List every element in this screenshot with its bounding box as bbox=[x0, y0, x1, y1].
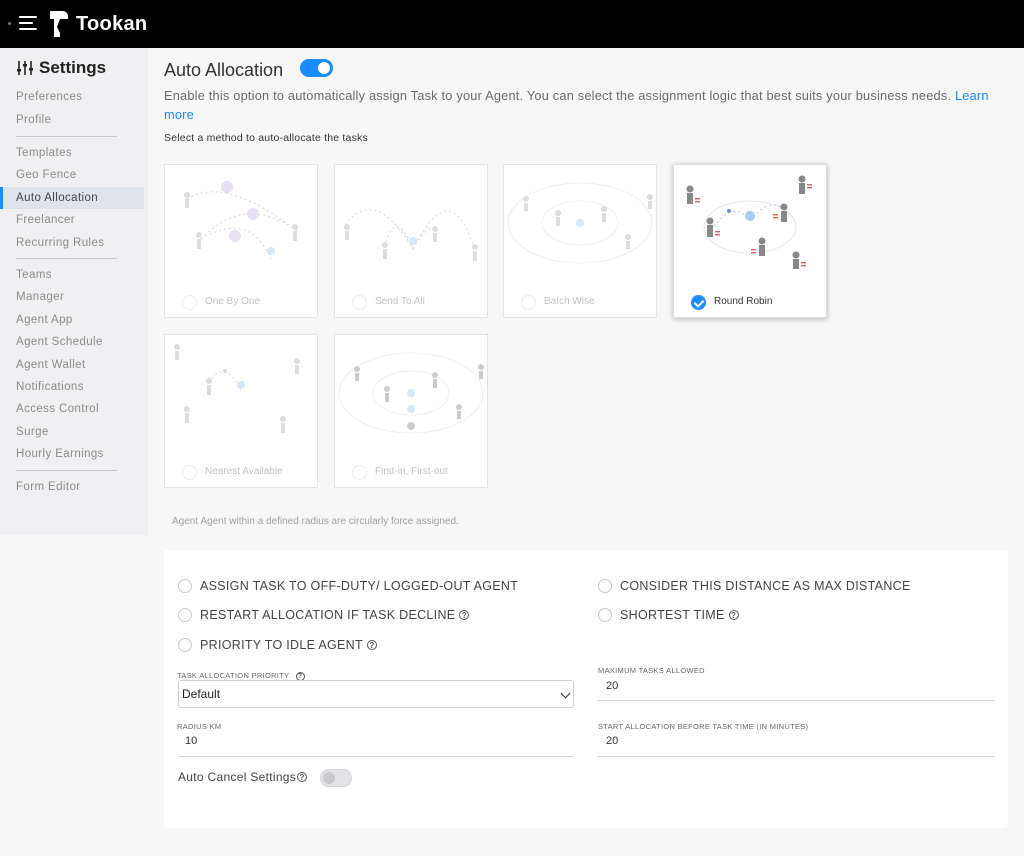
max-tasks-input[interactable]: 20 bbox=[606, 680, 618, 692]
help-icon[interactable]: ? bbox=[459, 610, 470, 620]
sidebar-item-geo-fence[interactable]: Geo Fence bbox=[0, 164, 144, 186]
radio[interactable] bbox=[598, 579, 612, 593]
radio-round-robin[interactable] bbox=[691, 295, 706, 310]
sidebar-item-freelancer[interactable]: Freelancer bbox=[0, 209, 144, 231]
method-card-send-to-all[interactable]: Send To All bbox=[334, 164, 488, 318]
sidebar-item-teams[interactable]: Teams bbox=[0, 264, 144, 286]
settings-sidebar: Settings Preferences Profile Templates G… bbox=[0, 48, 148, 535]
method-card-batch-wise[interactable]: Batch Wise bbox=[503, 164, 657, 318]
option-restart-allocation[interactable]: RESTART ALLOCATION IF TASK DECLINE ? bbox=[178, 608, 470, 622]
method-label: One By One bbox=[205, 296, 261, 307]
divider bbox=[16, 136, 117, 137]
option-max-distance[interactable]: CONSIDER THIS DISTANCE AS MAX DISTANCE bbox=[598, 579, 911, 593]
sidebar-item-profile[interactable]: Profile bbox=[0, 109, 144, 131]
option-shortest-time[interactable]: SHORTEST TIME ? bbox=[598, 608, 739, 622]
one-by-one-illustration bbox=[184, 181, 298, 265]
sidebar-item-access-control[interactable]: Access Control bbox=[0, 398, 144, 420]
method-card-round-robin[interactable]: Round Robin bbox=[673, 164, 827, 318]
brand-name: Tookan bbox=[76, 12, 148, 35]
round-robin-illustration bbox=[686, 175, 812, 269]
sidebar-item-agent-schedule[interactable]: Agent Schedule bbox=[0, 331, 144, 353]
first-in-first-out-illustration bbox=[338, 352, 484, 441]
dot bbox=[8, 22, 11, 25]
input-underline bbox=[598, 756, 994, 757]
select-method-label: Select a method to auto-allocate the tas… bbox=[164, 132, 368, 144]
radio-send-to-all[interactable] bbox=[352, 295, 367, 310]
sidebar-item-auto-allocation[interactable]: Auto Allocation bbox=[0, 187, 144, 209]
radius-input[interactable]: 10 bbox=[185, 735, 197, 747]
sidebar-item-agent-app[interactable]: Agent App bbox=[0, 309, 144, 331]
sidebar-item-notifications[interactable]: Notifications bbox=[0, 376, 144, 398]
auto-cancel-toggle[interactable] bbox=[320, 769, 352, 787]
page-description: Enable this option to automatically assi… bbox=[164, 88, 989, 122]
divider bbox=[16, 258, 117, 259]
sidebar-item-preferences[interactable]: Preferences bbox=[0, 86, 144, 108]
method-label: Round Robin bbox=[714, 296, 773, 307]
radio[interactable] bbox=[178, 579, 192, 593]
radio[interactable] bbox=[178, 608, 192, 622]
option-priority-idle-agent[interactable]: PRIORITY TO IDLE AGENT ? bbox=[178, 638, 377, 652]
allocation-options-panel: ASSIGN TASK TO OFF-DUTY/ LOGGED-OUT AGEN… bbox=[164, 550, 1008, 828]
top-bar: Tookan bbox=[0, 0, 1024, 48]
sidebar-item-recurring-rules[interactable]: Recurring Rules bbox=[0, 232, 144, 254]
sidebar-item-surge[interactable]: Surge bbox=[0, 421, 144, 443]
help-icon[interactable]: ? bbox=[366, 640, 377, 650]
method-label: Nearest Available bbox=[205, 466, 283, 477]
method-card-nearest-available[interactable]: Nearest Available bbox=[164, 334, 318, 488]
help-icon[interactable]: ? bbox=[728, 610, 739, 620]
input-underline bbox=[598, 700, 994, 701]
sidebar-item-manager[interactable]: Manager bbox=[0, 286, 144, 308]
method-label: First-in, First-out bbox=[375, 466, 448, 477]
batch-wise-illustration bbox=[507, 182, 653, 264]
tookan-logo-icon bbox=[50, 11, 68, 37]
send-to-all-illustration bbox=[344, 209, 478, 261]
auto-allocation-toggle[interactable] bbox=[300, 59, 333, 77]
radio[interactable] bbox=[178, 638, 192, 652]
method-card-first-in-first-out[interactable]: First-in, First-out bbox=[334, 334, 488, 488]
method-card-one-by-one[interactable]: One By One bbox=[164, 164, 318, 318]
logo[interactable]: Tookan bbox=[48, 9, 147, 39]
max-tasks-label: MAXIMUM TASKS ALLOWED bbox=[598, 666, 705, 675]
radio-nearest-available[interactable] bbox=[182, 465, 197, 480]
sidebar-item-form-editor[interactable]: Form Editor bbox=[0, 476, 144, 498]
page-title: Auto Allocation bbox=[164, 60, 284, 80]
nearest-available-illustration bbox=[174, 344, 300, 433]
option-assign-off-duty[interactable]: ASSIGN TASK TO OFF-DUTY/ LOGGED-OUT AGEN… bbox=[178, 579, 518, 593]
help-icon[interactable]: ? bbox=[297, 772, 308, 782]
radio[interactable] bbox=[598, 608, 612, 622]
chevron-down-icon bbox=[560, 688, 571, 699]
auto-cancel-settings: Auto Cancel Settings ? bbox=[178, 770, 308, 784]
radius-label: RADIUS KM bbox=[177, 722, 222, 731]
method-label: Batch Wise bbox=[544, 296, 595, 307]
input-underline bbox=[178, 756, 574, 757]
method-note: Agent Agent within a defined radius are … bbox=[172, 516, 459, 527]
radio-first-in-first-out[interactable] bbox=[352, 465, 367, 480]
method-label: Send To All bbox=[375, 296, 425, 307]
sliders-icon bbox=[17, 61, 33, 75]
sidebar-item-hourly-earnings[interactable]: Hourly Earnings bbox=[0, 443, 144, 465]
start-before-input[interactable]: 20 bbox=[606, 735, 618, 747]
start-before-label: START ALLOCATION BEFORE TASK TIME (IN MI… bbox=[598, 722, 809, 731]
radio-one-by-one[interactable] bbox=[182, 295, 197, 310]
settings-title: Settings bbox=[16, 58, 106, 78]
menu-icon[interactable] bbox=[19, 16, 37, 30]
sidebar-item-agent-wallet[interactable]: Agent Wallet bbox=[0, 354, 144, 376]
sidebar-item-templates[interactable]: Templates bbox=[0, 142, 144, 164]
task-priority-select[interactable]: Default bbox=[178, 680, 574, 708]
divider bbox=[16, 470, 117, 471]
radio-batch-wise[interactable] bbox=[521, 295, 536, 310]
